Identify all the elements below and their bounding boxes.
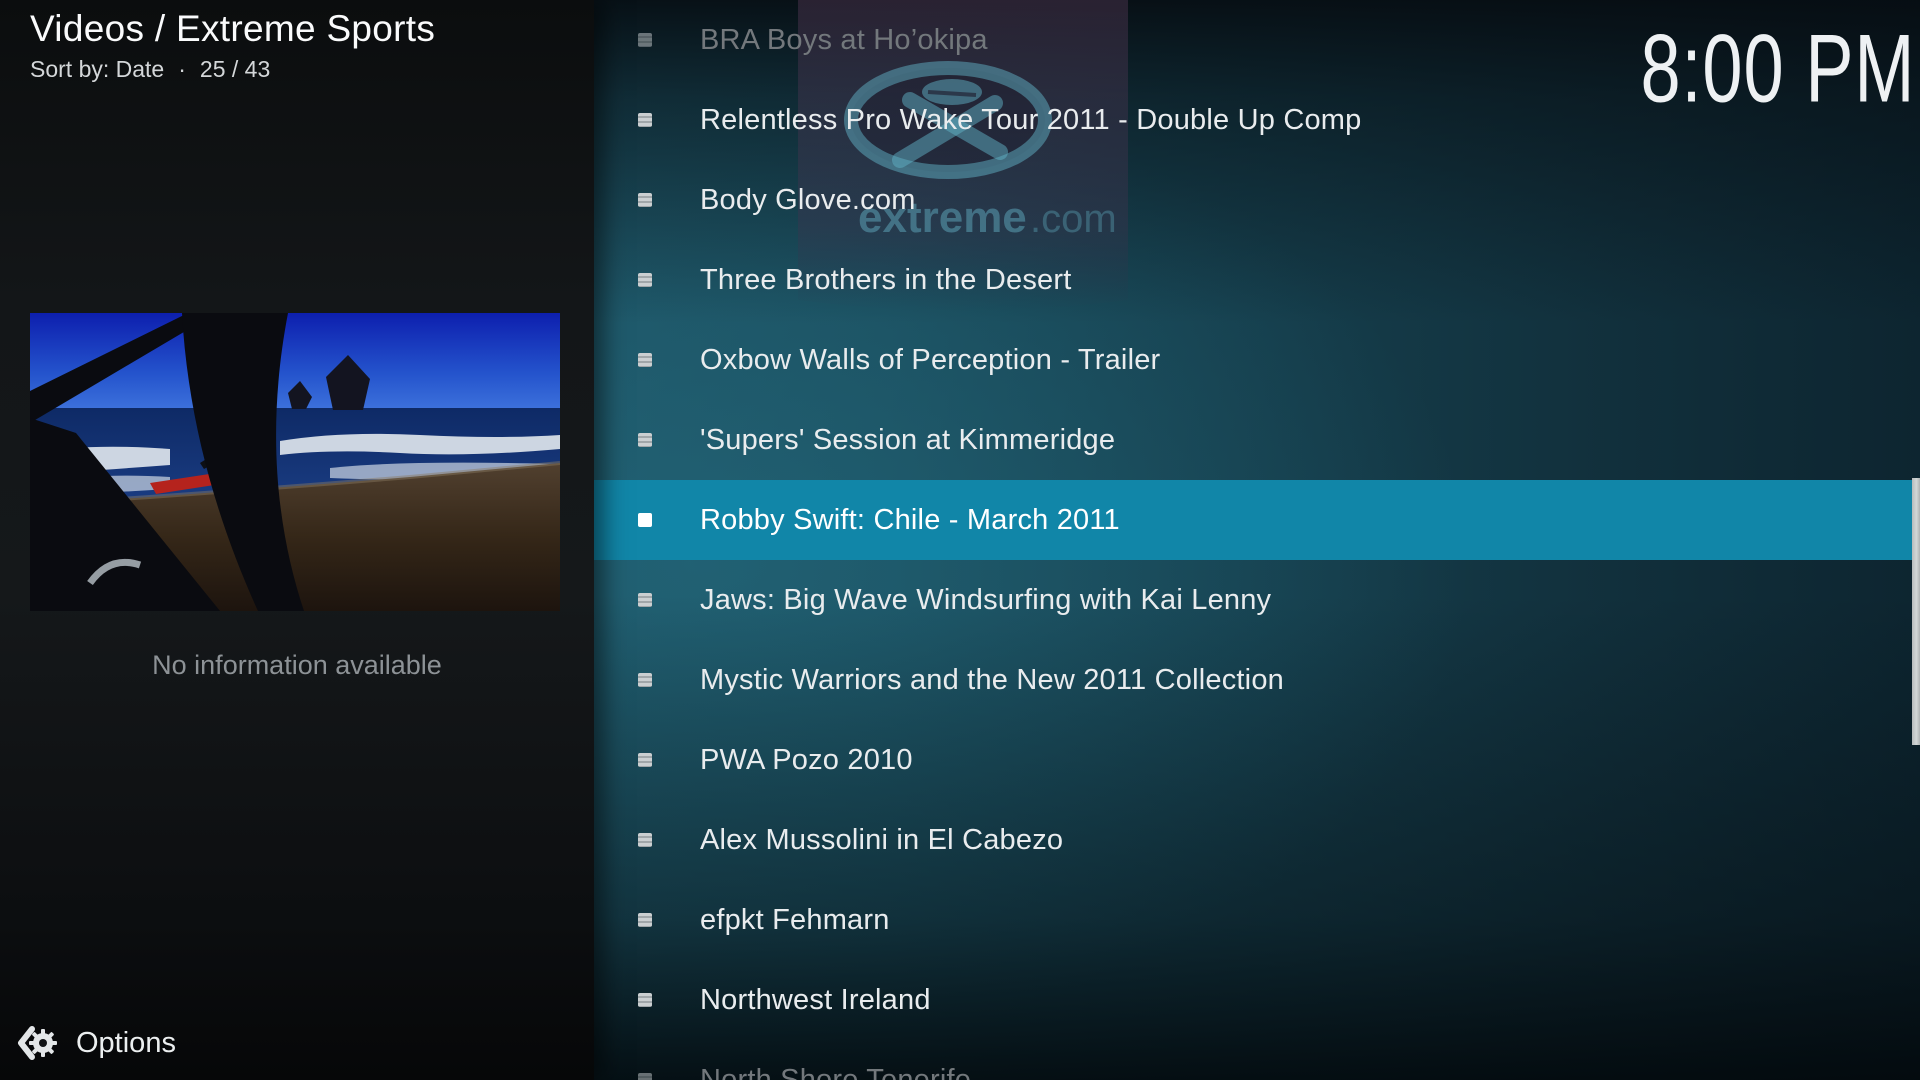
left-info-panel: Videos / Extreme Sports Sort by: Date · …	[0, 0, 594, 1080]
list-item[interactable]: Oxbow Walls of Perception - Trailer	[594, 320, 1920, 400]
list-item-label: Jaws: Big Wave Windsurfing with Kai Lenn…	[700, 560, 1271, 640]
options-gear-icon	[16, 1021, 60, 1065]
list-item[interactable]: Alex Mussolini in El Cabezo	[594, 800, 1920, 880]
list-item-label: Oxbow Walls of Perception - Trailer	[700, 320, 1160, 400]
list-item-label: Mystic Warriors and the New 2011 Collect…	[700, 640, 1284, 720]
list-item-label: Body Glove.com	[700, 160, 916, 240]
list-item-label: BRA Boys at Ho’okipa	[700, 0, 988, 80]
list-item[interactable]: Jaws: Big Wave Windsurfing with Kai Lenn…	[594, 560, 1920, 640]
list-item-bullet-icon	[638, 593, 652, 607]
page-title: Videos / Extreme Sports	[30, 8, 435, 50]
video-thumbnail	[30, 313, 560, 611]
list-item[interactable]: 'Supers' Session at Kimmeridge	[594, 400, 1920, 480]
options-label: Options	[76, 1027, 176, 1060]
list-item-bullet-icon	[638, 1073, 652, 1080]
list-item[interactable]: Northwest Ireland	[594, 960, 1920, 1040]
kodi-video-list-screen: extreme .com BRA Boys at Ho’okipa Relent…	[0, 0, 1920, 1080]
list-item-label: Relentless Pro Wake Tour 2011 - Double U…	[700, 80, 1361, 160]
list-item[interactable]: Body Glove.com	[594, 160, 1920, 240]
list-item-bullet-icon	[638, 353, 652, 367]
list-item[interactable]: efpkt Fehmarn	[594, 880, 1920, 960]
video-list: BRA Boys at Ho’okipa Relentless Pro Wake…	[594, 0, 1920, 1080]
list-item-bullet-icon	[638, 433, 652, 447]
list-item-bullet-icon	[638, 993, 652, 1007]
list-item-label: North Shore Tenerife	[700, 1040, 971, 1080]
list-item-bullet-icon	[638, 833, 652, 847]
list-item-label: efpkt Fehmarn	[700, 880, 890, 960]
list-item-bullet-icon	[638, 753, 652, 767]
list-item-bullet-icon	[638, 673, 652, 687]
options-button[interactable]: Options	[16, 1018, 176, 1068]
separator-dot: ·	[178, 56, 186, 83]
list-scrollbar-thumb[interactable]	[1912, 478, 1920, 745]
list-item-bullet-icon	[638, 273, 652, 287]
list-item[interactable]: Robby Swift: Chile - March 2011	[594, 480, 1920, 560]
sort-by-label[interactable]: Sort by: Date	[30, 56, 164, 83]
list-item[interactable]: North Shore Tenerife	[594, 1040, 1920, 1080]
list-item-bullet-icon	[638, 113, 652, 127]
list-item-bullet-icon	[638, 33, 652, 47]
list-item-label: Three Brothers in the Desert	[700, 240, 1071, 320]
clock: 8:00 PM	[1640, 14, 1915, 125]
no-information-text: No information available	[0, 650, 594, 681]
list-item-label: PWA Pozo 2010	[700, 720, 913, 800]
list-item[interactable]: Mystic Warriors and the New 2011 Collect…	[594, 640, 1920, 720]
sort-status-line: Sort by: Date · 25 / 43	[30, 56, 270, 83]
list-item-bullet-icon	[638, 513, 652, 527]
list-item-label: Robby Swift: Chile - March 2011	[700, 480, 1120, 560]
list-item-bullet-icon	[638, 913, 652, 927]
list-item-bullet-icon	[638, 193, 652, 207]
list-item-label: Alex Mussolini in El Cabezo	[700, 800, 1063, 880]
list-item[interactable]: PWA Pozo 2010	[594, 720, 1920, 800]
list-item-label: 'Supers' Session at Kimmeridge	[700, 400, 1115, 480]
list-item-label: Northwest Ireland	[700, 960, 931, 1040]
list-item[interactable]: Three Brothers in the Desert	[594, 240, 1920, 320]
position-indicator: 25 / 43	[200, 56, 270, 83]
